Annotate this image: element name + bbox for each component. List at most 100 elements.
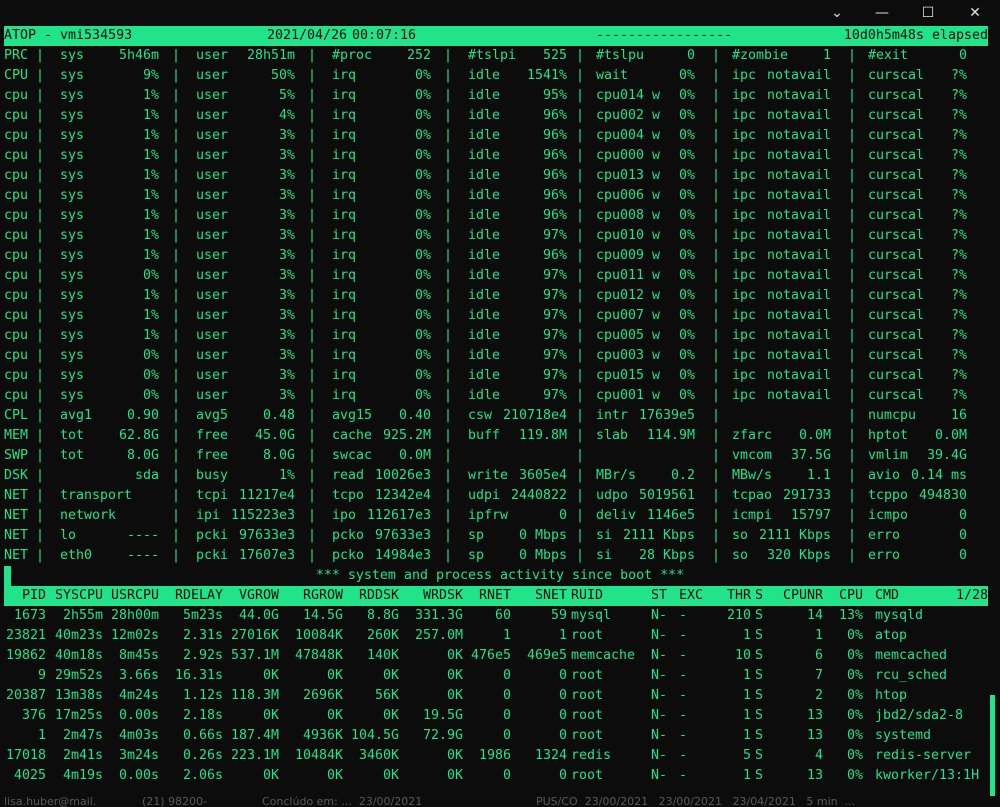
stat-value: 2111 Kbps: [622, 528, 695, 543]
column-separator: |: [576, 68, 585, 83]
process-row[interactable]: 19862 40m18s 8m45s 2.92s 537.1M 47848K 140K 0K 4…: [4, 646, 988, 666]
column-separator: |: [848, 208, 857, 223]
stat-value: 0.48: [262, 408, 295, 423]
scrollbar[interactable]: [990, 695, 995, 802]
stat-value: 1%: [142, 168, 159, 183]
process-row[interactable]: 23821 40m23s 12m02s 2.31s 27016K 10084K 260K 25…: [4, 626, 988, 646]
column-separator: |: [444, 368, 453, 383]
process-row[interactable]: 1 2m47s 4m03s 0.66s 187.4M 4936K 104.5G 72.9G 0 0…: [4, 726, 988, 746]
column-separator: |: [444, 108, 453, 123]
column-separator: |: [848, 448, 857, 463]
column-header-snet[interactable]: SNET: [471, 586, 567, 606]
column-separator: |: [576, 508, 585, 523]
minimize-button[interactable]: —: [871, 3, 893, 23]
stat-row: cpu | | | | | | | sys 1% user 3% irq 0% idle 96% cpu006 …: [4, 186, 988, 206]
column-separator: |: [848, 348, 857, 363]
stat-value: 0.2: [670, 468, 695, 483]
stat-value: 494830: [918, 488, 967, 503]
column-separator: |: [712, 448, 721, 463]
column-header-cpu[interactable]: CPU: [767, 586, 863, 606]
column-header-ruid[interactable]: RUID: [571, 586, 603, 606]
column-separator: |: [308, 308, 317, 323]
column-separator: |: [308, 288, 317, 303]
column-separator: |: [712, 528, 721, 543]
process-row[interactable]: 17018 2m41s 3m24s 0.26s 223.1M 10484K 3460K 0K 1…: [4, 746, 988, 766]
background-text: (21) 98200-: [142, 796, 208, 807]
stat-value: 0%: [414, 308, 431, 323]
stat-value: 0%: [678, 348, 695, 363]
background-window-strip: lisa.huber@mail. (21) 98200- Conclúdo em…: [0, 796, 1000, 807]
column-separator: |: [444, 248, 453, 263]
column-separator: |: [308, 268, 317, 283]
column-separator: |: [576, 148, 585, 163]
stat-value: 14984e3: [374, 548, 431, 563]
stat-value: 0%: [678, 248, 695, 263]
column-separator: |: [444, 288, 453, 303]
column-separator: |: [576, 368, 585, 383]
stat-value: 0%: [678, 268, 695, 283]
column-separator: |: [308, 228, 317, 243]
stat-value: 0%: [678, 228, 695, 243]
process-cell-ruid: redis: [571, 748, 612, 763]
stat-row: PRC | | | | | | | sys 5h46m user 28h51m #proc 252 #tsl…: [4, 46, 988, 66]
stat-value: 3%: [278, 168, 295, 183]
process-row[interactable]: 9 29m52s 3.66s 16.31s 0K 0K 0K 0K 0 0 root N- -1 S 7 0%…: [4, 666, 988, 686]
column-separator: |: [848, 388, 857, 403]
process-cell-ruid: mysql: [571, 608, 612, 623]
column-separator: |: [308, 368, 317, 383]
process-row[interactable]: 376 17m25s 0.00s 2.18s 0K 0K 0K 19.5G 0 0 root N- -1…: [4, 706, 988, 726]
column-separator: |: [848, 248, 857, 263]
stat-value: ?%: [950, 208, 967, 223]
column-separator: |: [308, 428, 317, 443]
stat-value: 0%: [678, 328, 695, 343]
stat-value: 17639e5: [638, 408, 695, 423]
stat-value: ----: [126, 528, 159, 543]
stat-row-label: SWP: [4, 448, 29, 463]
stat-value: 0%: [678, 188, 695, 203]
stat-value: 252: [406, 48, 431, 63]
process-row[interactable]: 1673 2h55m 28h00m 5m23s 44.0G 14.5G 8.8G 331.3G…: [4, 606, 988, 626]
column-separator: |: [172, 248, 181, 263]
stat-row-label: cpu: [4, 368, 29, 383]
column-separator: |: [848, 308, 857, 323]
process-row[interactable]: 4025 4m19s 0.00s 2.06s 0K 0K 0K 0K 0 0 root N- -1 S 13…: [4, 766, 988, 786]
stat-row-label: NET: [4, 488, 29, 503]
stat-value: notavail: [766, 88, 831, 103]
stat-value: 5%: [278, 88, 295, 103]
stat-value: 0: [558, 508, 567, 523]
column-separator: |: [36, 128, 45, 143]
stat-value: ?%: [950, 148, 967, 163]
process-cell-snet: 1: [558, 628, 567, 643]
process-cell-cpu: 0%: [846, 728, 863, 743]
column-separator: |: [36, 208, 45, 223]
stat-row: cpu | | | | | | | sys 1% user 3% irq 0% idle 96% cpu009 …: [4, 246, 988, 266]
stat-row-label: cpu: [4, 188, 29, 203]
maximize-button[interactable]: ☐: [917, 3, 939, 23]
stat-value: 2440822: [510, 488, 567, 503]
stat-value: 0.0M: [798, 428, 831, 443]
stat-value: 0%: [678, 68, 695, 83]
stat-row-label: cpu: [4, 268, 29, 283]
stat-row: CPU | | | | | | | sys 9% user 50% irq 0% idle 1541% wait…: [4, 66, 988, 86]
stat-value: ?%: [950, 288, 967, 303]
stat-value: ?%: [950, 108, 967, 123]
stat-value: 1%: [142, 128, 159, 143]
stat-value: 97633e3: [374, 528, 431, 543]
background-text: lisa.huber@mail.: [4, 796, 97, 807]
column-separator: |: [36, 328, 45, 343]
column-separator: |: [444, 348, 453, 363]
column-separator: |: [172, 168, 181, 183]
close-button[interactable]: ✕: [964, 3, 986, 23]
process-cell-cmd: rcu_sched: [875, 668, 948, 683]
column-separator: |: [848, 148, 857, 163]
column-separator: |: [308, 128, 317, 143]
process-row[interactable]: 20387 13m38s 4m24s 1.12s 118.3M 2696K 56K 0K 0 0 r…: [4, 686, 988, 706]
column-separator: |: [576, 448, 585, 463]
stat-row: MEM | | | | | | | tot 62.8G free 45.0G cache 925.2M bu…: [4, 426, 988, 446]
column-separator: |: [308, 68, 317, 83]
stat-value: ?%: [950, 168, 967, 183]
tab-dropdown-button[interactable]: ⌄: [826, 3, 848, 23]
stat-value: 50%: [270, 68, 295, 83]
column-separator: |: [712, 248, 721, 263]
stat-value: sda: [134, 468, 159, 483]
